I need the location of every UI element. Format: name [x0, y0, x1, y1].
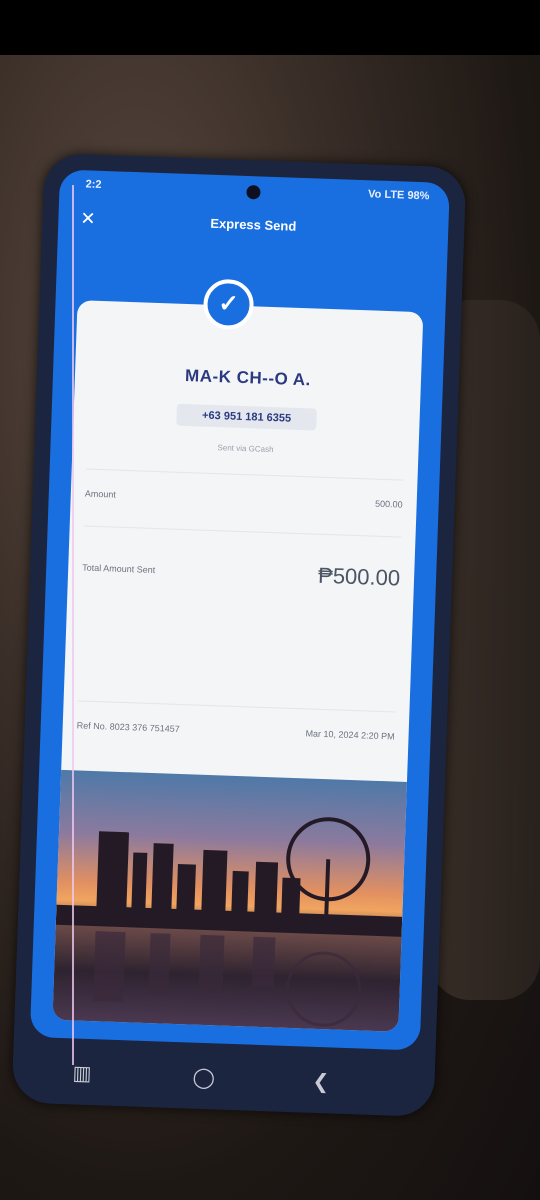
back-icon[interactable]: ❮: [312, 1069, 330, 1095]
home-icon[interactable]: ◯: [192, 1065, 215, 1091]
transaction-date: Mar 10, 2024 2:20 PM: [305, 728, 395, 742]
status-indicators: Vo LTE 98%: [367, 188, 430, 203]
recents-icon[interactable]: ▥: [72, 1060, 92, 1086]
city-skyline-illustration: [55, 817, 403, 1027]
recipient-phone: +63 951 181 6355: [176, 403, 317, 431]
receipt-card: MA-K CH--O A. +63 951 181 6355 Sent via …: [52, 300, 424, 1032]
recipient-name: MA-K CH--O A.: [184, 365, 312, 390]
top-black-bar: [0, 0, 540, 55]
divider: [83, 525, 402, 538]
status-time: 2:2: [85, 178, 102, 191]
phone-screen: 2:2 Vo LTE 98% ✕ Express Send MA-K CH--O…: [29, 169, 450, 1051]
ref-row: Ref No. 8023 376 751457 Mar 10, 2024 2:2…: [76, 720, 395, 741]
reference-number: Ref No. 8023 376 751457: [76, 720, 180, 734]
divider: [85, 468, 404, 481]
amount-value: 500.00: [374, 498, 403, 510]
total-label: Total Amount Sent: [82, 562, 156, 576]
screen-glare-line: [72, 185, 74, 1065]
divider: [77, 700, 396, 713]
send-note: Sent via GCash: [217, 443, 274, 455]
promo-banner-image[interactable]: [52, 769, 407, 1032]
phone-device: 2:2 Vo LTE 98% ✕ Express Send MA-K CH--O…: [11, 152, 467, 1118]
page-title: Express Send: [210, 215, 297, 234]
total-row: Total Amount Sent ₱500.00: [82, 562, 400, 590]
front-camera: [246, 184, 261, 200]
amount-row: Amount 500.00: [84, 488, 403, 510]
total-value: ₱500.00: [317, 562, 401, 591]
amount-label: Amount: [84, 488, 117, 500]
system-navigation-bar: ▥ ◯ ❮: [12, 1042, 436, 1113]
